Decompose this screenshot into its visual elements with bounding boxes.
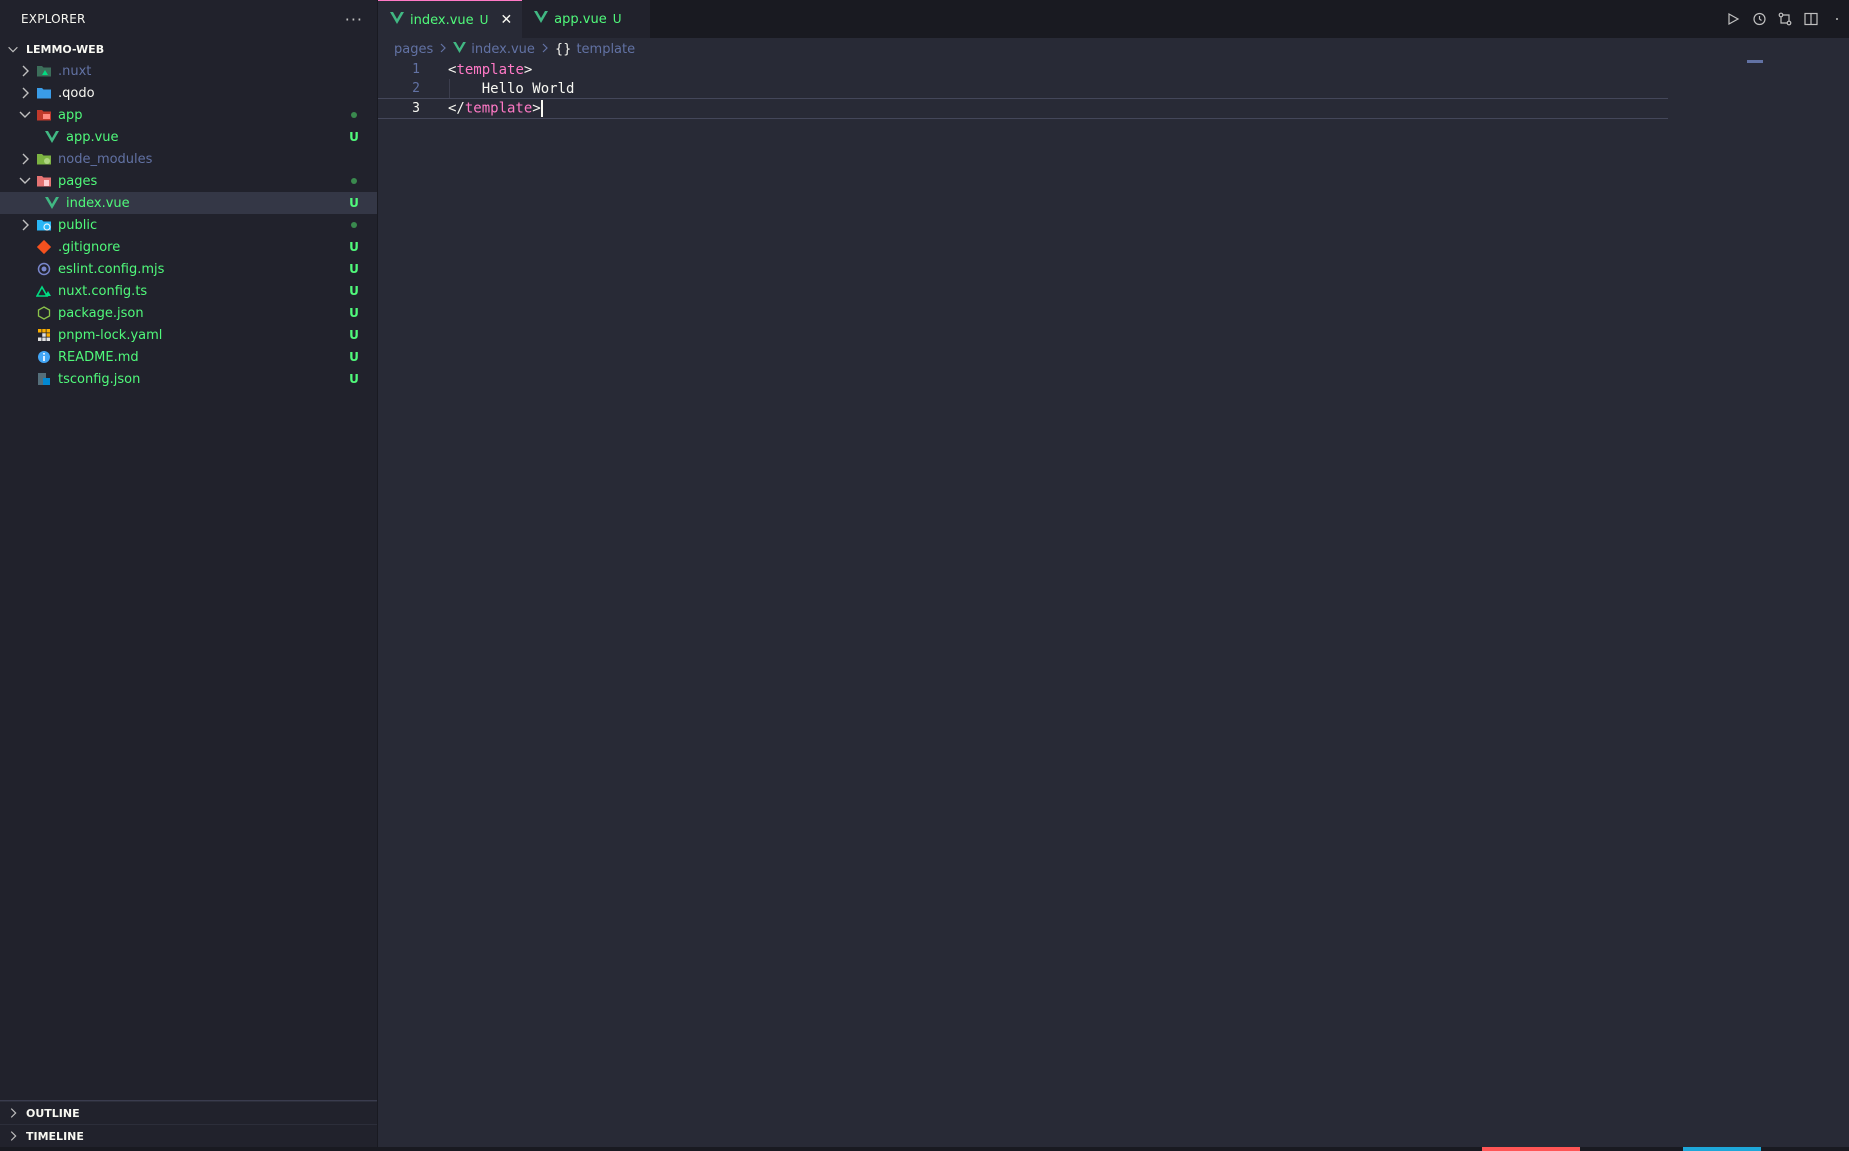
symbol-namespace-icon: {} bbox=[554, 41, 572, 57]
chevron-right-icon bbox=[18, 87, 32, 99]
git-status-badge: U bbox=[349, 262, 359, 276]
breadcrumb-file[interactable]: index.vue bbox=[471, 42, 535, 57]
node-folder-icon bbox=[36, 151, 52, 167]
tab-index-vue[interactable]: index.vue U ✕ bbox=[378, 0, 523, 39]
tab-app-vue[interactable]: app.vue U bbox=[522, 0, 650, 38]
info-icon bbox=[36, 349, 52, 365]
tree-item-app-vue[interactable]: app.vue U bbox=[0, 126, 377, 148]
folder-icon bbox=[36, 85, 52, 101]
breadcrumb-symbol[interactable]: template bbox=[576, 42, 635, 57]
close-icon[interactable]: ✕ bbox=[500, 12, 512, 28]
git-status-badge: U bbox=[612, 12, 622, 26]
more-actions-icon[interactable]: ··· bbox=[345, 10, 363, 29]
tsconfig-icon bbox=[36, 371, 52, 387]
breadcrumb: pages index.vue {} template bbox=[394, 39, 635, 59]
git-status-badge: U bbox=[349, 328, 359, 342]
git-status-badge: U bbox=[349, 372, 359, 386]
tree-item-readme[interactable]: README.md U bbox=[0, 346, 377, 368]
editor-actions bbox=[1725, 0, 1849, 38]
nodejs-icon bbox=[36, 305, 52, 321]
git-status-badge: U bbox=[349, 240, 359, 254]
git-status-badge: U bbox=[479, 13, 489, 27]
tree-item-node-modules-folder[interactable]: node_modules bbox=[0, 148, 377, 170]
code-line: 1 <template> bbox=[378, 60, 1849, 79]
tree-item-gitignore[interactable]: .gitignore U bbox=[0, 236, 377, 258]
chevron-right-icon bbox=[541, 42, 549, 56]
git-status-badge: U bbox=[349, 130, 359, 144]
app-folder-icon bbox=[36, 107, 52, 123]
nuxt-folder-icon bbox=[36, 63, 52, 79]
vue-icon bbox=[453, 41, 467, 57]
history-icon[interactable] bbox=[1751, 11, 1767, 27]
vue-icon bbox=[44, 129, 60, 145]
nuxt-icon bbox=[36, 283, 52, 299]
code-line-current: 3 </template> bbox=[378, 98, 1668, 119]
tree-item-qodo-folder[interactable]: .qodo bbox=[0, 82, 377, 104]
vue-icon bbox=[390, 12, 404, 28]
tree-item-tsconfig[interactable]: tsconfig.json U bbox=[0, 368, 377, 390]
breadcrumb-folder[interactable]: pages bbox=[394, 42, 433, 57]
tree-item-nuxt-folder[interactable]: .nuxt bbox=[0, 60, 377, 82]
tree-item-eslint-config[interactable]: eslint.config.mjs U bbox=[0, 258, 377, 280]
tree-item-nuxt-config[interactable]: nuxt.config.ts U bbox=[0, 280, 377, 302]
pages-folder-icon bbox=[36, 173, 52, 189]
line-number: 1 bbox=[412, 62, 420, 77]
chevron-right-icon bbox=[18, 153, 32, 165]
code-editor[interactable]: 1 <template> 2 Hello World 3 </template> bbox=[378, 60, 1849, 1151]
vue-icon bbox=[44, 195, 60, 211]
workspace-root[interactable]: LEMMO-WEB bbox=[0, 38, 377, 60]
modified-dot bbox=[351, 178, 357, 184]
editor-tabs: index.vue U ✕ app.vue U bbox=[378, 0, 1849, 39]
chevron-right-icon bbox=[10, 1108, 17, 1118]
line-number: 2 bbox=[412, 81, 420, 96]
chevron-right-icon bbox=[18, 65, 32, 77]
git-status-badge: U bbox=[349, 350, 359, 364]
modified-dot bbox=[351, 112, 357, 118]
text-cursor bbox=[540, 100, 543, 117]
git-icon bbox=[36, 239, 52, 255]
git-status-badge: U bbox=[349, 284, 359, 298]
chevron-right-icon bbox=[18, 219, 32, 231]
modified-dot bbox=[351, 222, 357, 228]
split-editor-icon[interactable] bbox=[1803, 11, 1819, 27]
sidebar-bottom-sections: OUTLINE TIMELINE bbox=[0, 1100, 377, 1151]
pnpm-icon bbox=[36, 327, 52, 343]
code-line: 2 Hello World bbox=[378, 79, 1849, 98]
chevron-down-icon bbox=[18, 176, 32, 186]
timeline-section[interactable]: TIMELINE bbox=[0, 1124, 377, 1147]
tree-item-pnpm-lock[interactable]: pnpm-lock.yaml U bbox=[0, 324, 377, 346]
chevron-down-icon bbox=[18, 110, 32, 120]
tree-item-pages-folder[interactable]: pages bbox=[0, 170, 377, 192]
run-icon[interactable] bbox=[1725, 11, 1741, 27]
explorer-title: EXPLORER bbox=[21, 12, 86, 26]
public-folder-icon bbox=[36, 217, 52, 233]
file-tree: .nuxt .qodo app app.vue U node_modules p… bbox=[0, 60, 377, 390]
outline-section[interactable]: OUTLINE bbox=[0, 1101, 377, 1124]
git-status-badge: U bbox=[349, 196, 359, 210]
more-actions-icon[interactable] bbox=[1829, 11, 1845, 27]
chevron-right-icon bbox=[10, 1131, 17, 1141]
git-status-badge: U bbox=[349, 306, 359, 320]
tree-item-package-json[interactable]: package.json U bbox=[0, 302, 377, 324]
status-info-item[interactable] bbox=[1683, 1147, 1761, 1151]
tree-item-index-vue[interactable]: index.vue U bbox=[0, 192, 377, 214]
chevron-right-icon bbox=[439, 42, 447, 56]
tree-item-public-folder[interactable]: public bbox=[0, 214, 377, 236]
vue-icon bbox=[534, 11, 549, 27]
compare-changes-icon[interactable] bbox=[1777, 11, 1793, 27]
status-error-item[interactable] bbox=[1482, 1147, 1580, 1151]
explorer-header: EXPLORER ··· bbox=[0, 0, 377, 38]
tree-item-app-folder[interactable]: app bbox=[0, 104, 377, 126]
explorer-sidebar: EXPLORER ··· LEMMO-WEB .nuxt .qodo app a… bbox=[0, 0, 378, 1151]
line-number: 3 bbox=[412, 101, 420, 116]
eslint-icon bbox=[36, 261, 52, 277]
chevron-down-icon bbox=[8, 46, 18, 53]
